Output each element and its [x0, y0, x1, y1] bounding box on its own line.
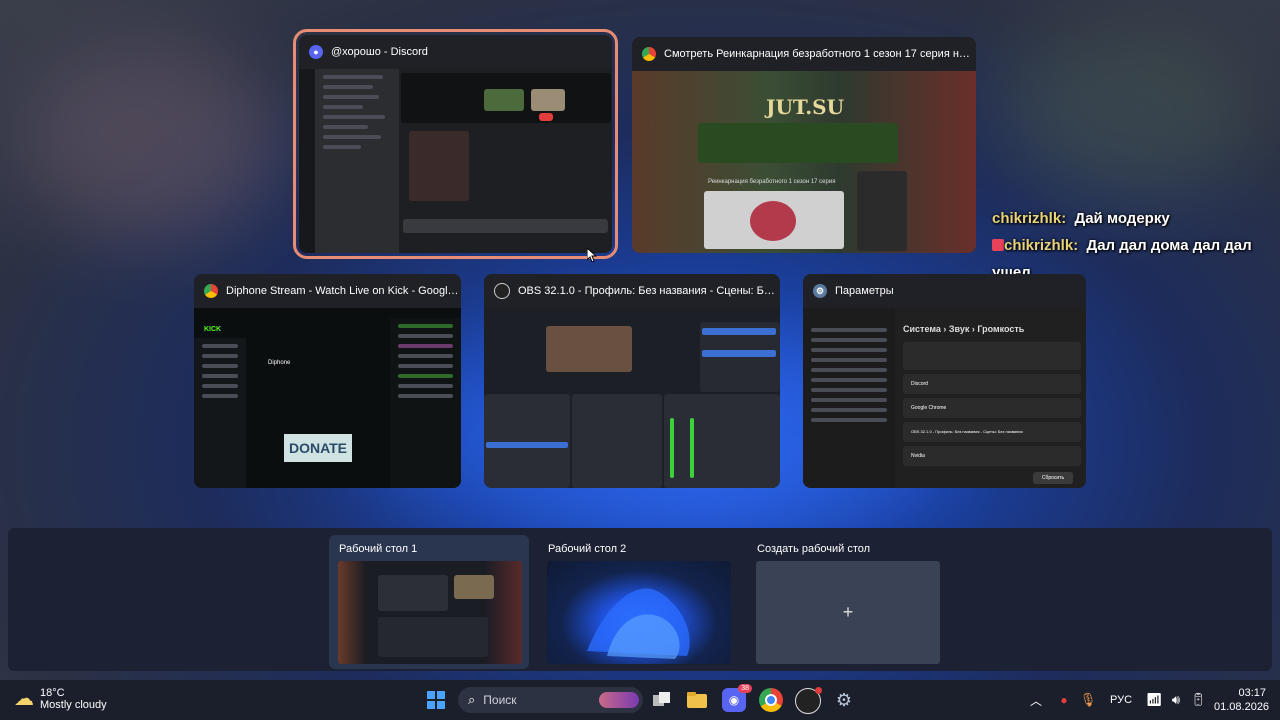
reset-button[interactable]: Сбросить: [1033, 472, 1073, 484]
weather-widget[interactable]: ☁ 18°C Mostly cloudy: [14, 686, 107, 711]
clock[interactable]: 03:17 01.08.2026: [1214, 686, 1270, 714]
window-title: OBS 32.1.0 - Профиль: Без названия - Сце…: [518, 285, 780, 297]
window-title: @хорошо - Discord: [331, 46, 428, 58]
jutsu-logo: JUT.SU: [766, 95, 845, 119]
desktop-label: Рабочий стол 1: [339, 543, 418, 555]
settings-icon[interactable]: ⚙: [832, 688, 856, 712]
tray-app-icon[interactable]: ●: [1052, 688, 1076, 712]
battery-icon[interactable]: 🔋︎: [1186, 688, 1210, 712]
desktop-preview: [547, 561, 731, 664]
desktop-2[interactable]: Рабочий стол 2: [538, 535, 738, 669]
kick-channel-name: Diphone: [268, 360, 291, 366]
volume-row: OBS 32.1.0 - Профиль: Без названия - Сце…: [903, 422, 1081, 442]
donate-banner: DONATE: [284, 434, 352, 462]
discord-icon: ●: [309, 45, 323, 59]
notification-badge: 38: [738, 684, 752, 693]
window-titlebar: ⚙ Параметры: [803, 274, 1086, 308]
discord-icon[interactable]: ◉ 38: [722, 684, 752, 712]
search-input[interactable]: Поиск: [483, 693, 516, 707]
search-highlight-icon: [599, 692, 639, 708]
chrome-icon: [642, 47, 656, 61]
jutsu-episode-title: Реинкарнация безработного 1 сезон 17 сер…: [708, 179, 836, 185]
chat-username: chikrizhlk:: [992, 210, 1067, 227]
chrome-icon[interactable]: [759, 688, 783, 712]
search-icon: ⌕: [468, 692, 476, 707]
plus-icon: +: [842, 602, 854, 622]
search-box[interactable]: ⌕ Поиск: [458, 687, 643, 713]
weather-temp: 18°C: [40, 686, 65, 699]
settings-breadcrumb: Система › Звук › Громкость: [903, 324, 1025, 334]
window-preview: [299, 69, 612, 253]
volume-icon[interactable]: 🔊︎: [1164, 688, 1188, 712]
chat-message: chikrizhlk: Дай модерку: [992, 205, 1280, 232]
window-preview: [484, 308, 780, 488]
moderator-badge-icon: [992, 239, 1004, 251]
obs-icon[interactable]: [795, 687, 822, 714]
wallpaper-blob: [20, 40, 280, 240]
weather-cloud-icon: ☁: [14, 688, 34, 710]
window-kick[interactable]: Diphone Stream - Watch Live on Kick - Go…: [194, 274, 461, 488]
obs-icon: [494, 283, 510, 299]
wifi-icon[interactable]: 📶︎: [1142, 688, 1166, 712]
desktop-label: Рабочий стол 2: [548, 543, 627, 555]
chat-text: Дай модерку: [1074, 210, 1170, 227]
volume-row: Nvidia: [903, 446, 1081, 466]
volume-row: Discord: [903, 374, 1081, 394]
weather-desc: Mostly cloudy: [40, 698, 107, 711]
chrome-icon: [204, 284, 218, 298]
window-settings[interactable]: ⚙ Параметры Система › Звук › Громкость D…: [803, 274, 1086, 488]
window-preview: Система › Звук › Громкость Discord Googl…: [803, 308, 1086, 488]
window-title: Смотреть Реинкарнация безработного 1 сез…: [664, 48, 976, 60]
microphone-icon[interactable]: 🎙︎: [1076, 688, 1100, 712]
mouse-cursor-icon: [587, 248, 597, 262]
window-title: Diphone Stream - Watch Live on Kick - Go…: [226, 285, 461, 297]
wallpaper-blob: [1000, 20, 1260, 200]
language-indicator[interactable]: РУС: [1110, 694, 1132, 706]
window-obs[interactable]: OBS 32.1.0 - Профиль: Без названия - Сце…: [484, 274, 780, 488]
windows-bloom-icon: [587, 588, 690, 659]
chevron-up-icon[interactable]: ︿: [1024, 688, 1048, 712]
kick-logo: KICK: [204, 326, 222, 333]
window-preview: JUT.SU Реинкарнация безработного 1 сезон…: [632, 71, 976, 253]
desktop-1[interactable]: Рабочий стол 1: [329, 535, 529, 669]
new-desktop-button[interactable]: +: [756, 561, 940, 664]
volume-row: Google Chrome: [903, 398, 1081, 418]
window-preview: KICK Diphone DONATE: [194, 308, 461, 488]
file-explorer-icon[interactable]: [685, 688, 709, 712]
window-titlebar: Diphone Stream - Watch Live on Kick - Go…: [194, 274, 461, 308]
window-titlebar: OBS 32.1.0 - Профиль: Без названия - Сце…: [484, 274, 780, 308]
clock-time: 03:17: [1238, 687, 1266, 699]
window-jutsu[interactable]: Смотреть Реинкарнация безработного 1 сез…: [632, 37, 976, 253]
chat-username: chikrizhlk:: [1004, 237, 1079, 254]
windows-start-icon[interactable]: [424, 688, 448, 712]
new-desktop[interactable]: Создать рабочий стол +: [747, 535, 947, 669]
window-title: Параметры: [835, 285, 894, 297]
clock-date: 01.08.2026: [1214, 701, 1270, 713]
desktop-label: Создать рабочий стол: [757, 543, 871, 555]
task-view-icon[interactable]: [650, 688, 674, 712]
window-titlebar: Смотреть Реинкарнация безработного 1 сез…: [632, 37, 976, 71]
window-titlebar: ● @хорошо - Discord: [299, 35, 612, 69]
desktop-preview: [338, 561, 522, 664]
window-discord[interactable]: ● @хорошо - Discord: [293, 29, 618, 259]
settings-icon: ⚙: [813, 284, 827, 298]
